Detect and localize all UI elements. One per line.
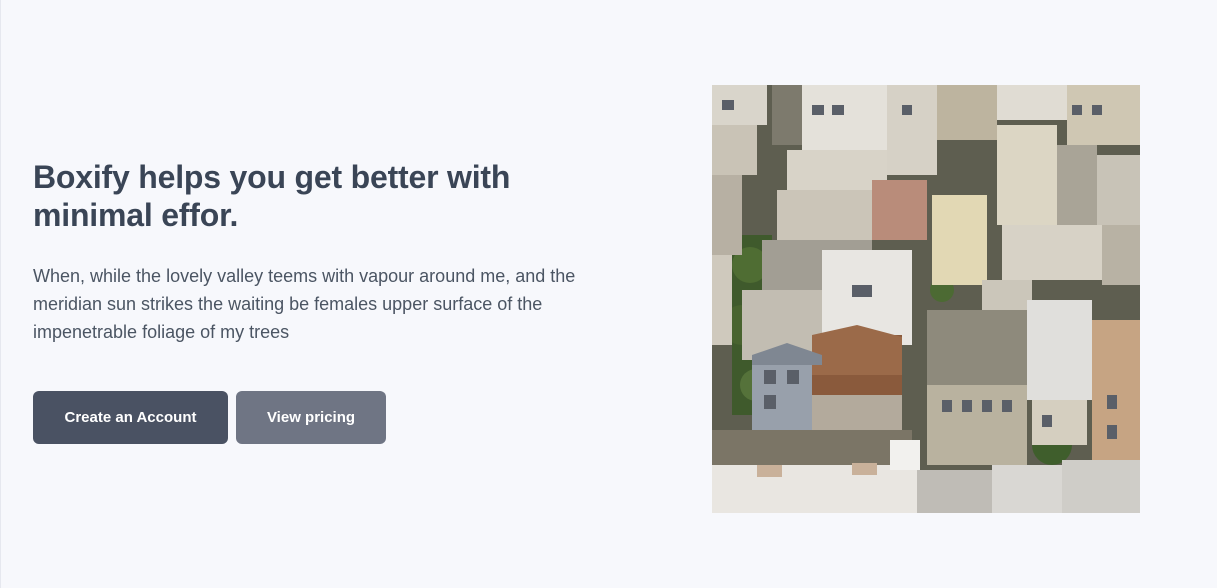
- hero-actions: Create an Account View pricing: [33, 391, 593, 444]
- hero-text-block: Boxify helps you get better with minimal…: [33, 158, 593, 444]
- aerial-city-illustration: [712, 85, 1140, 513]
- view-pricing-button[interactable]: View pricing: [236, 391, 386, 444]
- hero-description: When, while the lovely valley teems with…: [33, 266, 576, 342]
- hero-headline: Boxify helps you get better with minimal…: [33, 159, 511, 233]
- hero-section: Boxify helps you get better with minimal…: [0, 0, 1217, 588]
- hero-image: [712, 85, 1140, 513]
- create-account-button[interactable]: Create an Account: [33, 391, 228, 444]
